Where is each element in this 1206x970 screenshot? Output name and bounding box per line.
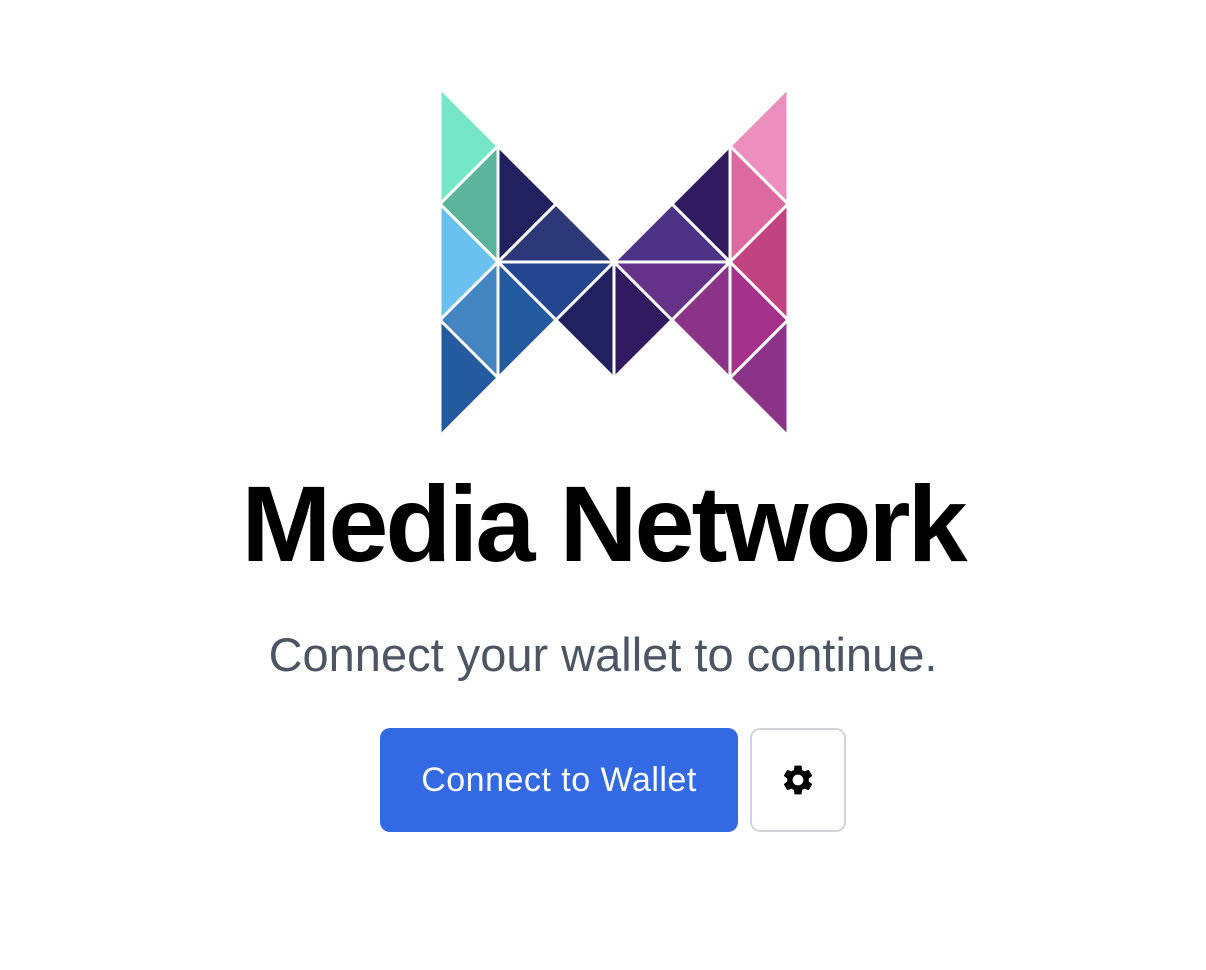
app-title: Media Network (241, 463, 967, 584)
connect-wallet-button[interactable]: Connect to Wallet (380, 728, 738, 832)
settings-button[interactable] (750, 728, 846, 832)
media-network-logo (436, 86, 792, 438)
logo-mark (437, 86, 791, 438)
action-bar: Connect to Wallet (380, 728, 846, 832)
connect-prompt: Connect your wallet to continue. (268, 628, 938, 681)
gear-icon (780, 762, 816, 798)
